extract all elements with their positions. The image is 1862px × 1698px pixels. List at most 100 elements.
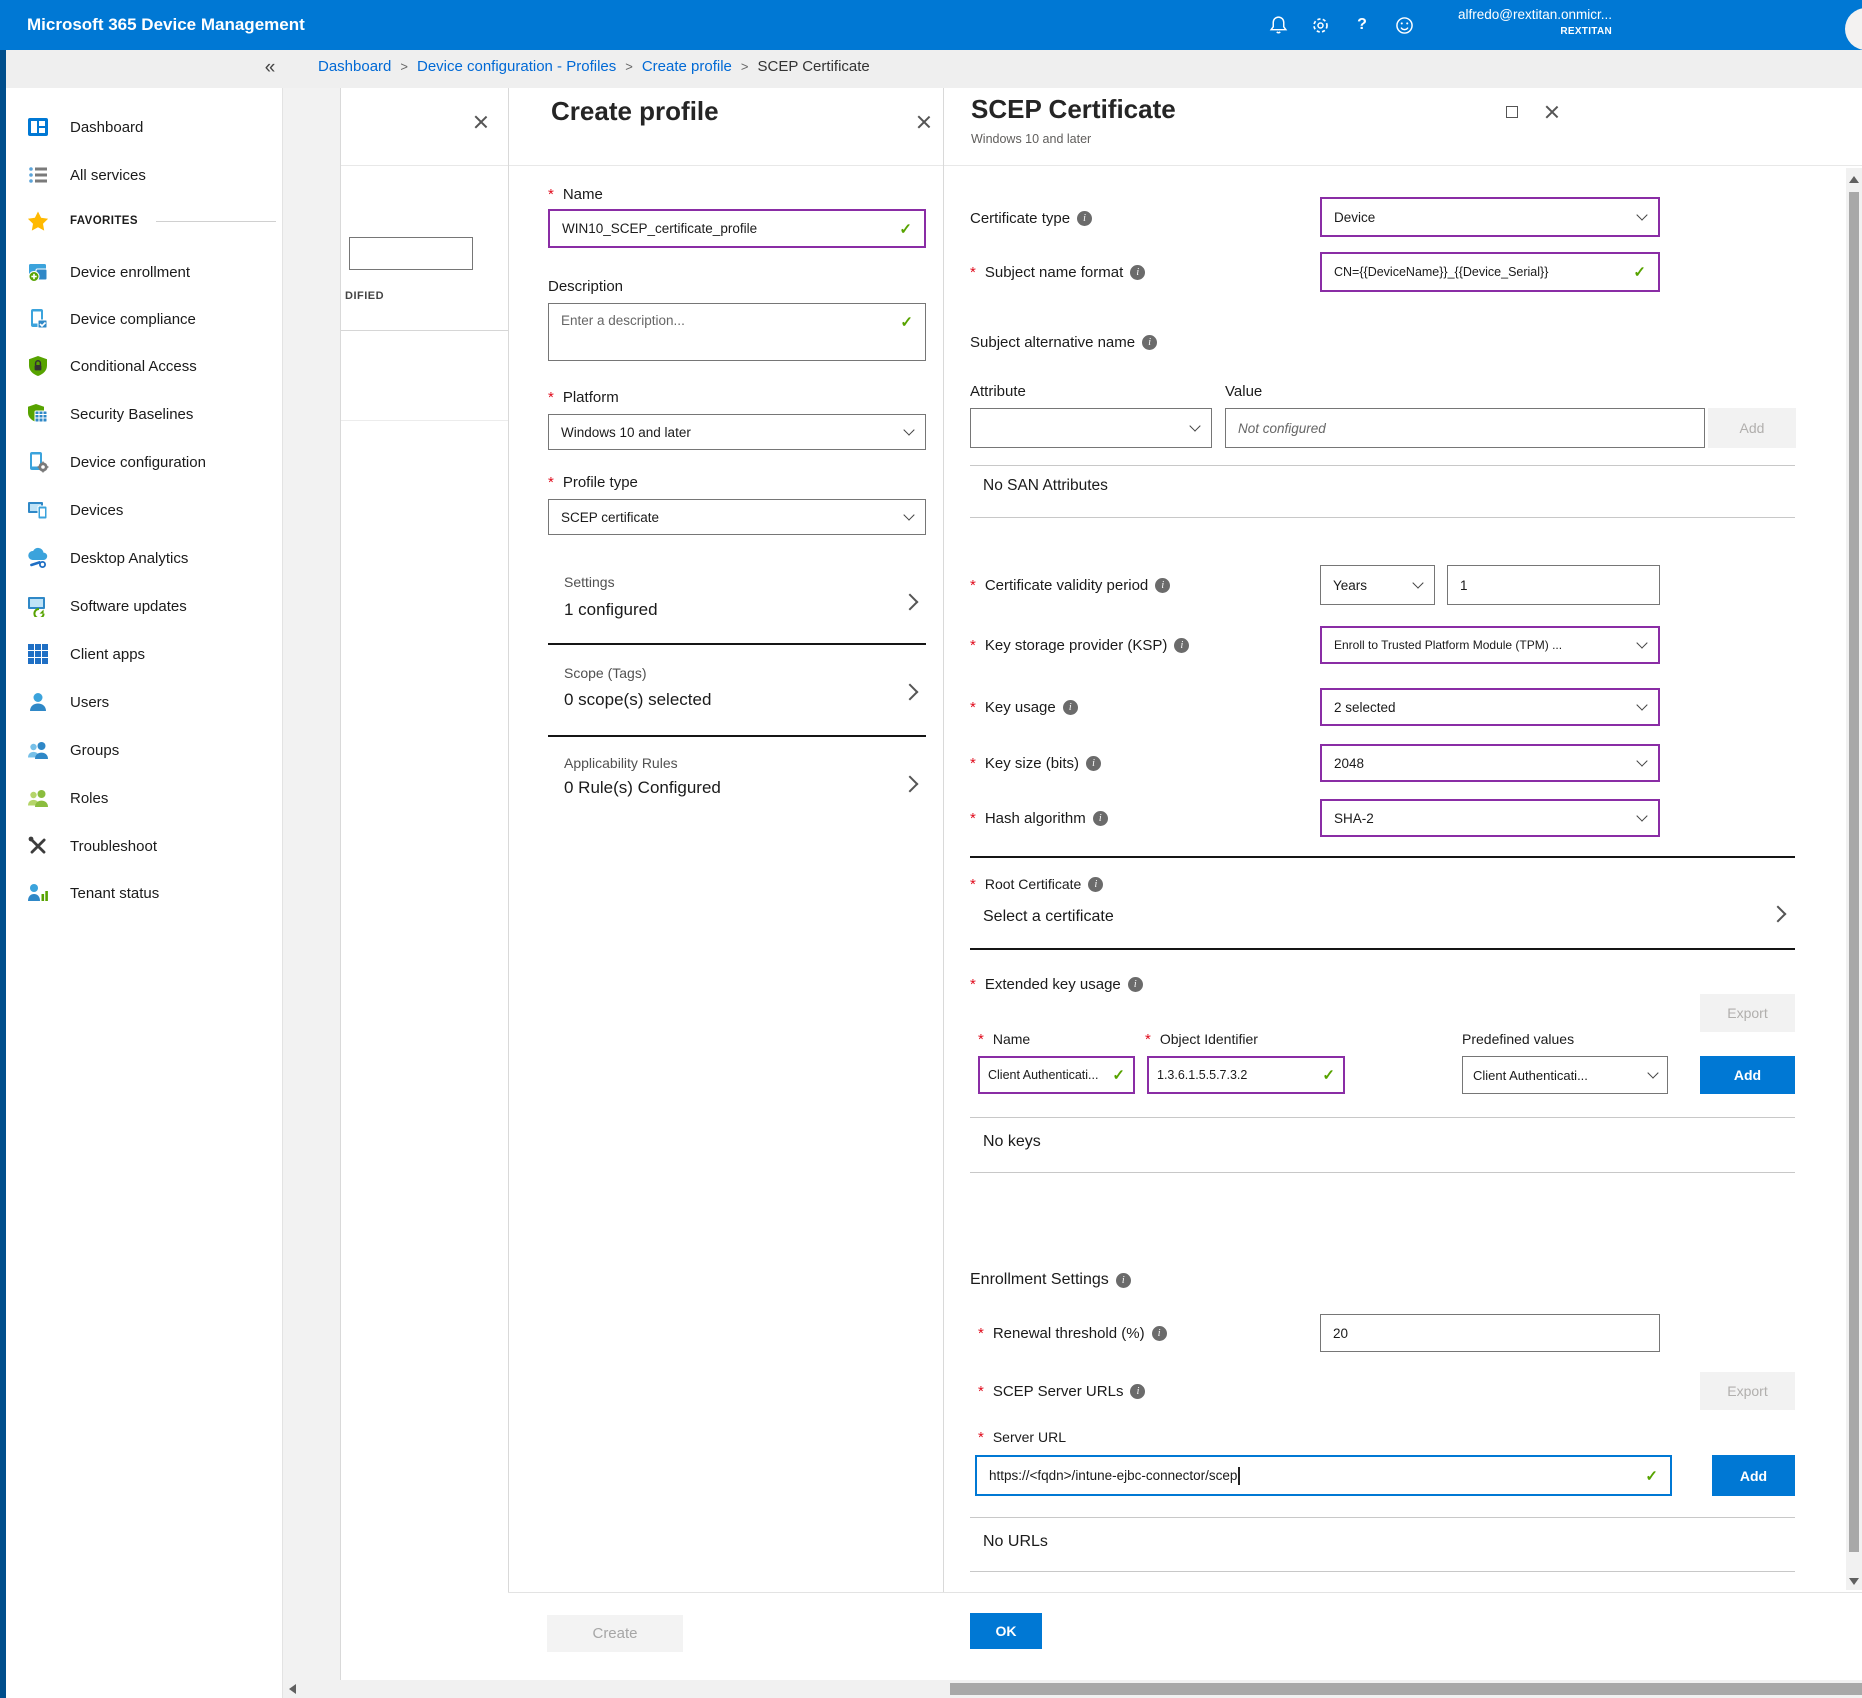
profiles-search-input[interactable] <box>349 237 473 270</box>
profiles-blade-close-icon[interactable] <box>473 114 489 130</box>
validity-unit-dropdown[interactable]: Years <box>1320 565 1435 605</box>
create-button[interactable]: Create <box>547 1615 683 1652</box>
desktop-analytics-icon <box>27 547 49 569</box>
eku-export-button[interactable]: Export <box>1700 994 1795 1032</box>
profiles-column-header: DIFIED <box>345 290 384 302</box>
san-add-button[interactable]: Add <box>1708 408 1796 448</box>
scroll-left-arrow[interactable] <box>289 1684 296 1694</box>
sidebar-item-conditional-access[interactable]: Conditional Access <box>6 346 283 386</box>
breadcrumb-current: SCEP Certificate <box>757 58 869 75</box>
server-url-input[interactable]: https://<fqdn>/intune-ejbc-connector/sce… <box>975 1455 1672 1496</box>
sidebar-item-groups[interactable]: Groups <box>6 730 283 770</box>
info-icon[interactable] <box>1174 638 1189 653</box>
scep-blade-close-icon[interactable] <box>1544 104 1560 120</box>
chevron-down-icon <box>1636 637 1647 648</box>
ok-button[interactable]: OK <box>970 1613 1042 1649</box>
notifications-bell-icon[interactable] <box>1266 13 1290 37</box>
eku-name-input[interactable]: Client Authenticati... <box>978 1056 1135 1094</box>
key-storage-provider-dropdown[interactable]: Enroll to Trusted Platform Module (TPM) … <box>1320 626 1660 664</box>
validity-value-input[interactable]: 1 <box>1447 565 1660 605</box>
scroll-down-arrow[interactable] <box>1849 1578 1859 1585</box>
info-icon[interactable] <box>1086 756 1101 771</box>
sidebar-item-label: Device enrollment <box>70 264 190 281</box>
chevron-down-icon <box>1412 577 1423 588</box>
device-configuration-icon <box>27 451 49 473</box>
eku-predefined-label: Predefined values <box>1462 1028 1574 1050</box>
sidebar-item-security-baselines[interactable]: Security Baselines <box>6 394 283 434</box>
san-attribute-dropdown[interactable] <box>970 408 1212 448</box>
vertical-scrollbar-thumb[interactable] <box>1849 192 1859 1552</box>
info-icon[interactable] <box>1116 1273 1131 1288</box>
info-icon[interactable] <box>1077 211 1092 226</box>
info-icon[interactable] <box>1130 1384 1145 1399</box>
sidebar-item-desktop-analytics[interactable]: Desktop Analytics <box>6 538 283 578</box>
valid-check-icon <box>900 313 913 331</box>
devices-icon <box>27 499 49 521</box>
scroll-up-arrow[interactable] <box>1849 176 1859 183</box>
breadcrumb-device-configuration-profiles[interactable]: Device configuration - Profiles <box>417 58 616 75</box>
platform-label: Platform <box>548 389 619 406</box>
sidebar-item-device-configuration[interactable]: Device configuration <box>6 442 283 482</box>
info-icon[interactable] <box>1063 700 1078 715</box>
sidebar-item-device-compliance[interactable]: Device compliance <box>6 299 283 339</box>
user-email: alfredo@rextitan.onmicr... <box>1312 5 1612 25</box>
renewal-threshold-input[interactable]: 20 <box>1320 1314 1660 1352</box>
sidebar-item-device-enrollment[interactable]: Device enrollment <box>6 252 283 292</box>
avatar[interactable] <box>1845 8 1862 50</box>
sidebar-item-devices[interactable]: Devices <box>6 490 283 530</box>
sidebar-item-label: Device compliance <box>70 311 196 328</box>
divider <box>970 517 1795 518</box>
eku-add-button[interactable]: Add <box>1700 1056 1795 1094</box>
account-info[interactable]: alfredo@rextitan.onmicr... REXTITAN <box>1312 5 1612 38</box>
maximize-icon[interactable] <box>1506 106 1518 118</box>
app-title: Microsoft 365 Device Management <box>27 0 305 50</box>
horizontal-scrollbar[interactable] <box>283 1680 1862 1698</box>
sidebar-item-users[interactable]: Users <box>6 682 283 722</box>
eku-predefined-dropdown[interactable]: Client Authenticati... <box>1462 1056 1668 1094</box>
sidebar-item-all-services[interactable]: All services <box>6 155 283 195</box>
profile-type-dropdown[interactable]: SCEP certificate <box>548 499 926 535</box>
sidebar-item-troubleshoot[interactable]: Troubleshoot <box>6 826 283 866</box>
urls-export-button[interactable]: Export <box>1700 1372 1795 1410</box>
certificate-type-dropdown[interactable]: Device <box>1320 197 1660 237</box>
sidebar-item-roles[interactable]: Roles <box>6 778 283 818</box>
platform-dropdown[interactable]: Windows 10 and later <box>548 414 926 450</box>
url-add-button[interactable]: Add <box>1712 1455 1795 1496</box>
sidebar-item-client-apps[interactable]: Client apps <box>6 634 283 674</box>
vertical-scrollbar[interactable] <box>1846 168 1862 1590</box>
sidebar-item-software-updates[interactable]: Software updates <box>6 586 283 626</box>
hash-algorithm-dropdown[interactable]: SHA-2 <box>1320 799 1660 837</box>
info-icon[interactable] <box>1093 811 1108 826</box>
san-value-input[interactable]: Not configured <box>1225 408 1705 448</box>
key-usage-dropdown[interactable]: 2 selected <box>1320 688 1660 726</box>
sidebar-item-tenant-status[interactable]: Tenant status <box>6 873 283 913</box>
breadcrumb-dashboard[interactable]: Dashboard <box>318 58 391 75</box>
info-icon[interactable] <box>1142 335 1157 350</box>
horizontal-scrollbar-thumb[interactable] <box>950 1683 1862 1695</box>
breadcrumb-create-profile[interactable]: Create profile <box>642 58 732 75</box>
info-icon[interactable] <box>1155 578 1170 593</box>
info-icon[interactable] <box>1128 977 1143 992</box>
favorites-star-icon <box>27 210 49 232</box>
create-profile-close-icon[interactable] <box>916 114 932 130</box>
valid-check-icon <box>1112 1066 1125 1084</box>
section-divider <box>970 948 1795 950</box>
info-icon[interactable] <box>1088 877 1103 892</box>
device-compliance-icon <box>27 308 49 330</box>
profiles-blade: DIFIED <box>340 88 508 1680</box>
scep-footer: OK <box>943 1592 1862 1680</box>
divider <box>970 465 1795 466</box>
description-input[interactable]: Enter a description... <box>548 303 926 361</box>
sidebar-item-dashboard[interactable]: Dashboard <box>6 107 283 147</box>
divider <box>970 1571 1795 1572</box>
subject-name-format-input[interactable]: CN={{DeviceName}}_{{Device_Serial}} <box>1320 252 1660 292</box>
sidebar-collapse-button[interactable] <box>258 55 282 81</box>
info-icon[interactable] <box>1152 1326 1167 1341</box>
eku-oid-input[interactable]: 1.3.6.1.5.5.7.3.2 <box>1147 1056 1345 1094</box>
key-size-dropdown[interactable]: 2048 <box>1320 744 1660 782</box>
divider <box>970 1172 1795 1173</box>
user-tenant: REXTITAN <box>1312 25 1612 38</box>
extended-key-usage-label: Extended key usage <box>970 972 1143 996</box>
name-input[interactable]: WIN10_SCEP_certificate_profile <box>548 209 926 248</box>
info-icon[interactable] <box>1130 265 1145 280</box>
